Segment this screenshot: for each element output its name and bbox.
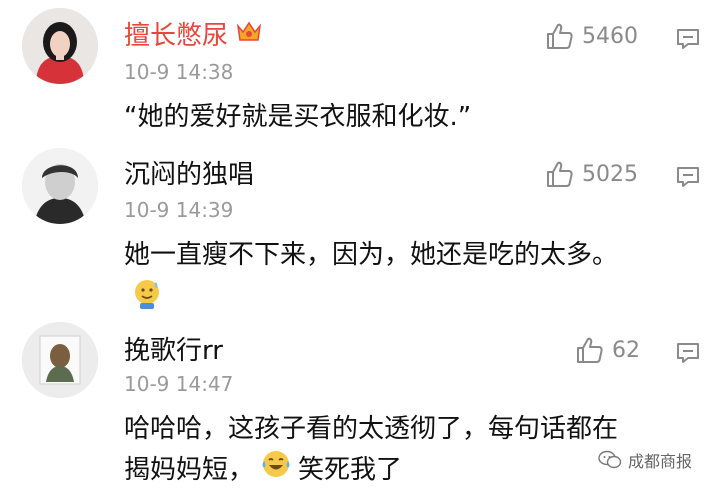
like-count: 5025 xyxy=(582,161,638,187)
timestamp: 10-9 14:39 xyxy=(124,198,234,222)
like-button[interactable]: 5025 xyxy=(546,160,638,188)
comment-text: “她的爱好就是买衣服和化妆.” xyxy=(124,102,472,132)
timestamp: 10-9 14:47 xyxy=(124,372,234,396)
like-count: 62 xyxy=(612,337,640,363)
wechat-icon xyxy=(598,450,622,469)
like-count: 5460 xyxy=(582,23,638,49)
sweat-smile-emoji xyxy=(130,276,164,314)
laughing-tears-emoji xyxy=(260,448,292,490)
watermark: 成都商报 xyxy=(598,448,692,472)
timestamp: 10-9 14:38 xyxy=(124,60,234,84)
comment-fragment: 揭妈妈短， xyxy=(124,454,255,485)
avatar[interactable] xyxy=(22,322,98,398)
username[interactable]: 沉闷的独唱 xyxy=(124,160,254,190)
username[interactable]: 挽歌行rr xyxy=(124,336,223,366)
thumbs-up-icon xyxy=(547,23,573,49)
comment-line: 哈哈哈，这孩子看的太透彻了，每句话都在 xyxy=(124,414,619,444)
thumbs-up-icon xyxy=(577,337,603,363)
thumbs-up-icon xyxy=(547,161,573,187)
like-button[interactable]: 62 xyxy=(576,336,640,364)
username[interactable]: 擅长憋尿 xyxy=(124,20,262,51)
reply-icon[interactable] xyxy=(676,28,700,50)
watermark-text: 成都商报 xyxy=(628,452,693,471)
vip-crown-icon xyxy=(236,20,262,51)
reply-icon[interactable] xyxy=(676,166,700,188)
comment-text: 她一直瘦不下来，因为，她还是吃的太多。 xyxy=(124,240,619,270)
username-label: 擅长憋尿 xyxy=(124,20,229,51)
avatar[interactable] xyxy=(22,148,98,224)
like-button[interactable]: 5460 xyxy=(546,22,638,50)
avatar[interactable] xyxy=(22,8,98,84)
comment-fragment: 笑死我了 xyxy=(298,454,403,485)
reply-icon[interactable] xyxy=(676,342,700,364)
